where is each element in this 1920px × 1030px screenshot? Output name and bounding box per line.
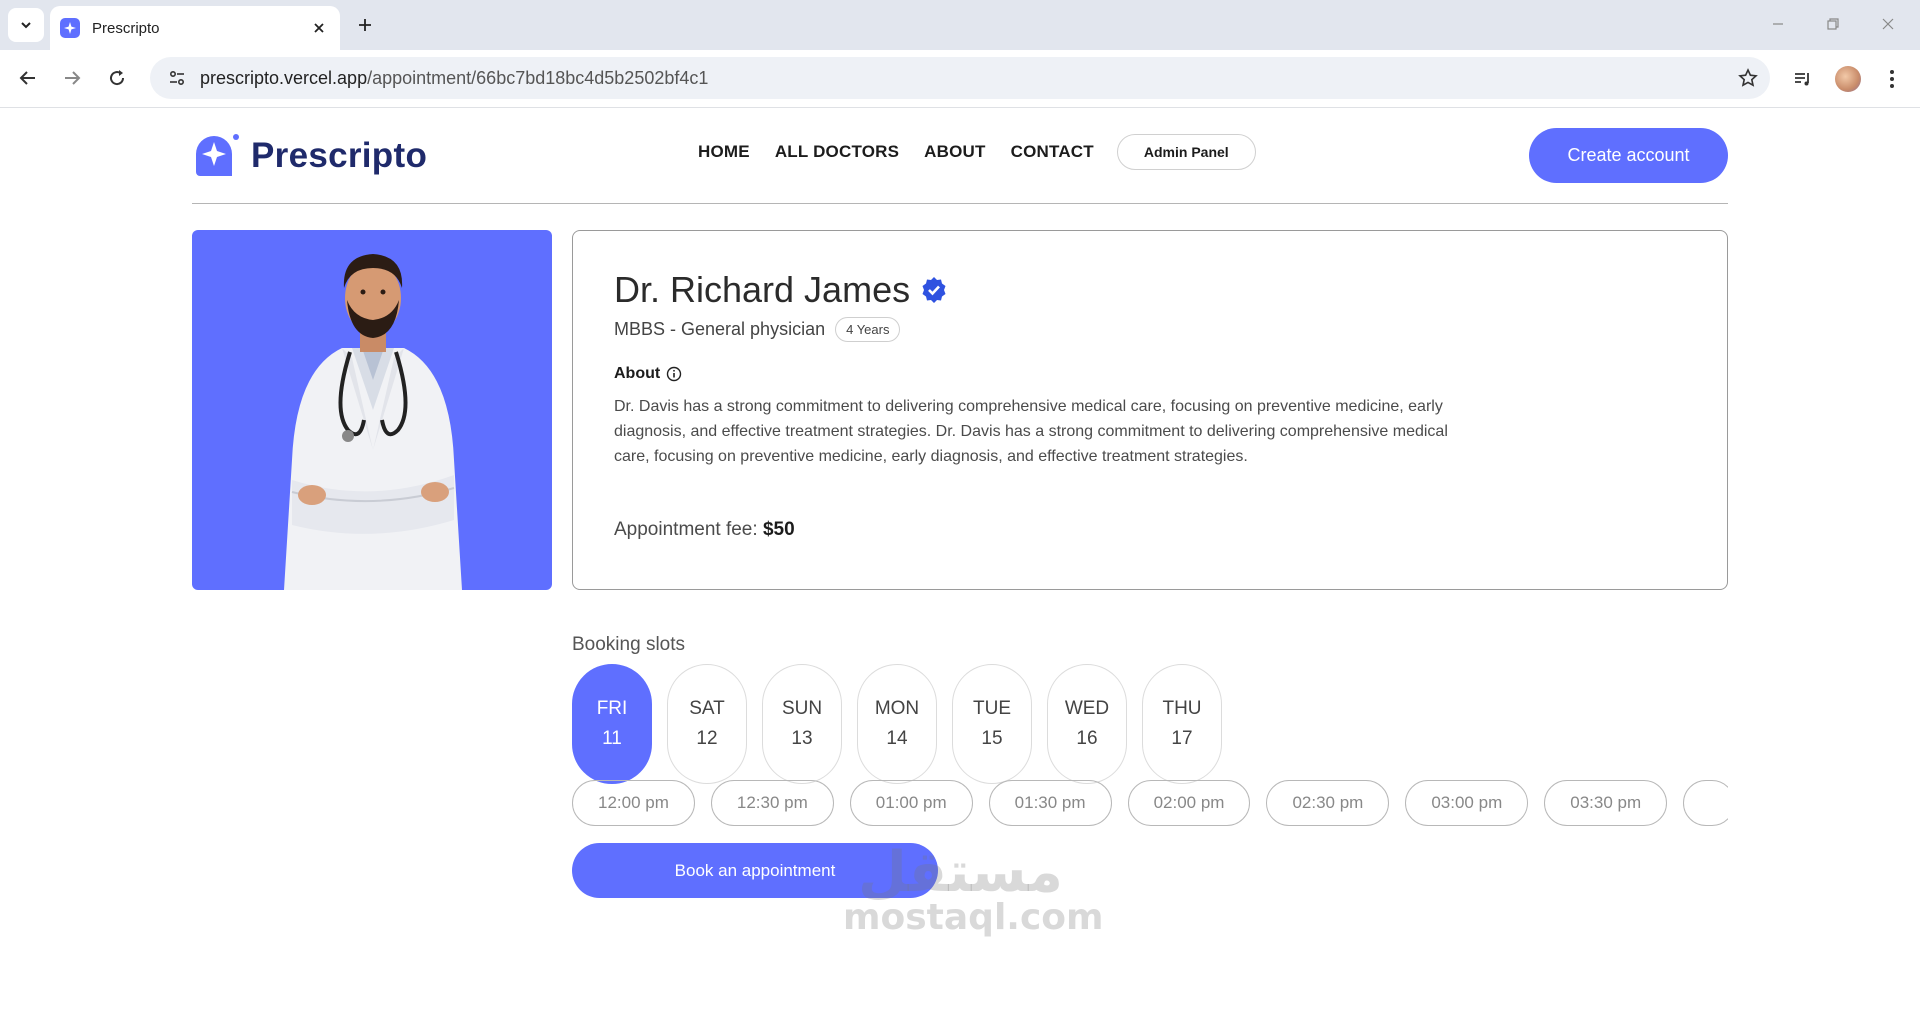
kebab-menu-icon[interactable]: [1876, 63, 1908, 95]
doctor-degree: MBBS - General physician: [614, 319, 826, 339]
address-bar[interactable]: prescripto.vercel.app/appointment/66bc7b…: [150, 57, 1770, 99]
back-button[interactable]: [12, 62, 44, 94]
tab-title: Prescripto: [92, 19, 160, 37]
profile-avatar[interactable]: [1832, 63, 1864, 95]
url-host: prescripto.vercel.app: [200, 67, 368, 88]
day-pill[interactable]: SUN 13: [762, 664, 842, 784]
day-name: SUN: [781, 698, 823, 719]
star-icon[interactable]: [1736, 66, 1760, 90]
time-slot[interactable]: 01:00 pm: [849, 780, 973, 826]
day-name: FRI: [596, 698, 628, 719]
doctor-photo: [192, 230, 552, 590]
watermark-latin: mostaql.com: [843, 897, 1104, 938]
site-info-icon[interactable]: [156, 57, 198, 99]
about-label: About: [614, 365, 661, 382]
experience-badge: 4 Years: [835, 317, 901, 342]
window-close-icon: [1882, 18, 1894, 30]
day-date: 11: [602, 728, 622, 749]
tab-list-icon: [21, 22, 31, 29]
day-date: 16: [1076, 728, 1098, 749]
day-name: MON: [874, 698, 920, 719]
appointment-fee: Appointment fee: $50: [614, 519, 795, 541]
nav-about[interactable]: ABOUT: [924, 142, 985, 162]
logo-icon: [192, 132, 240, 180]
new-tab-button[interactable]: [352, 12, 378, 38]
back-icon: [19, 71, 35, 85]
doctor-info-card: Dr. Richard James MBBS - General physici…: [572, 230, 1728, 590]
day-selector: FRI 11 SAT 12 SUN 13 MON 14 TUE 15 WED 16 THU 17: [572, 664, 1237, 784]
doctor-name-row: Dr. Richard James: [614, 269, 948, 311]
day-pill[interactable]: TUE 15: [952, 664, 1032, 784]
reload-button[interactable]: [101, 62, 133, 94]
browser-toolbar: prescripto.vercel.app/appointment/66bc7b…: [0, 50, 1920, 108]
about-heading: About: [614, 365, 682, 383]
restore-icon: [1827, 18, 1839, 30]
time-slot[interactable]: 02:00 pm: [1127, 780, 1251, 826]
about-text: Dr. Davis has a strong commitment to del…: [614, 398, 1448, 465]
restore-button[interactable]: [1815, 10, 1851, 38]
day-pill[interactable]: SAT 12: [667, 664, 747, 784]
verified-icon: [922, 277, 946, 303]
book-appointment-button[interactable]: Book an appointment: [572, 843, 938, 898]
window-close-button[interactable]: [1870, 10, 1906, 38]
minimize-button[interactable]: [1760, 10, 1796, 38]
time-slot[interactable]: 01:30 pm: [988, 780, 1112, 826]
main-nav: HOME ALL DOCTORS ABOUT CONTACT Admin Pan…: [698, 134, 1256, 170]
site-header: Prescripto HOME ALL DOCTORS ABOUT CONTAC…: [192, 108, 1728, 204]
forward-icon: [65, 71, 81, 85]
day-name: SAT: [689, 698, 725, 719]
media-icon[interactable]: [1787, 63, 1819, 95]
create-account-button[interactable]: Create account: [1529, 128, 1728, 183]
day-date: 15: [981, 728, 1003, 749]
time-slots: 12:00 pm 12:30 pm 01:00 pm 01:30 pm 02:00 pm…: [572, 780, 1728, 828]
doctor-name: Dr. Richard James: [614, 269, 911, 310]
day-date: 13: [791, 728, 813, 749]
day-pill[interactable]: WED 16: [1047, 664, 1127, 784]
time-slot[interactable]: 03:00 pm: [1405, 780, 1529, 826]
day-date: 14: [886, 728, 908, 749]
reload-icon: [110, 70, 125, 86]
browser-tab[interactable]: Prescripto: [50, 6, 340, 50]
plus-icon: [359, 19, 371, 31]
forward-button[interactable]: [56, 62, 88, 94]
time-slot[interactable]: 12:30 pm: [710, 780, 834, 826]
day-pill[interactable]: THU 17: [1142, 664, 1222, 784]
time-slot[interactable]: [1683, 780, 1728, 826]
nav-all-doctors[interactable]: ALL DOCTORS: [775, 142, 899, 162]
day-name: TUE: [973, 698, 1011, 719]
url-path: /appointment/66bc7bd18bc4d5b2502bf4c1: [367, 67, 709, 88]
fee-value: $50: [762, 519, 795, 540]
admin-panel-button[interactable]: Admin Panel: [1116, 134, 1256, 170]
url-text: prescripto.vercel.app/appointment/66bc7b…: [200, 68, 708, 89]
logo[interactable]: Prescripto: [192, 132, 427, 180]
day-pill[interactable]: MON 14: [857, 664, 937, 784]
day-date: 12: [696, 728, 718, 749]
nav-contact[interactable]: CONTACT: [1011, 142, 1094, 162]
doctor-subtitle: MBBS - General physician 4 Years: [614, 317, 901, 342]
page: Prescripto HOME ALL DOCTORS ABOUT CONTAC…: [0, 108, 1920, 1030]
tab-list-button[interactable]: [8, 8, 44, 42]
booking-slots-title: Booking slots: [572, 634, 686, 655]
time-slot[interactable]: 03:30 pm: [1544, 780, 1668, 826]
day-name: THU: [1162, 698, 1202, 719]
time-slot[interactable]: 02:30 pm: [1266, 780, 1390, 826]
info-icon: [667, 366, 682, 382]
day-pill[interactable]: FRI 11: [572, 664, 652, 784]
favicon-icon: [60, 18, 80, 38]
browser-tabstrip: Prescripto: [0, 0, 1920, 50]
day-date: 17: [1171, 728, 1193, 749]
fee-label: Appointment fee:: [614, 519, 758, 540]
logo-text: Prescripto: [251, 136, 428, 175]
time-slot[interactable]: 12:00 pm: [572, 780, 695, 826]
nav-home[interactable]: HOME: [698, 142, 750, 162]
close-icon[interactable]: [308, 17, 330, 39]
minimize-icon: [1773, 23, 1783, 25]
day-name: WED: [1064, 698, 1110, 719]
